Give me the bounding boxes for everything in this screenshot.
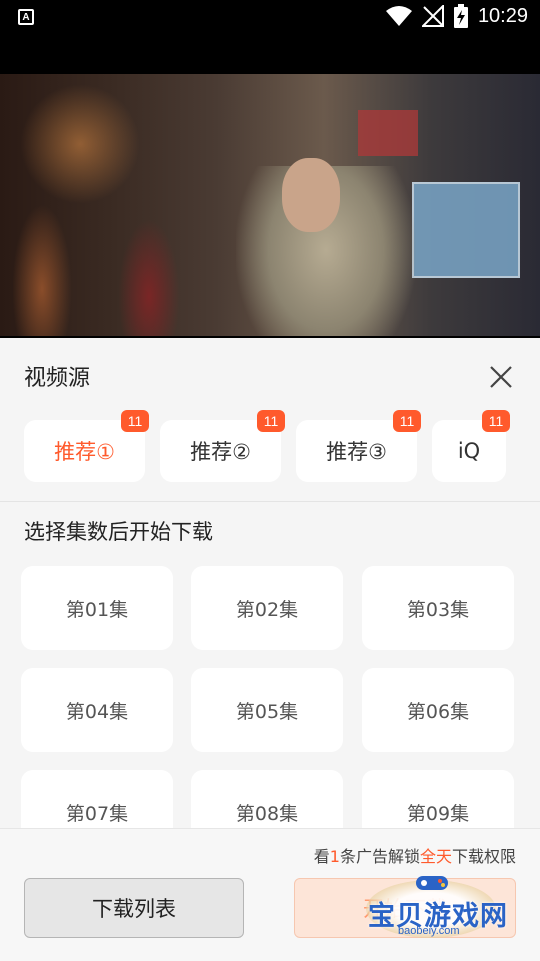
notification-icon: A: [18, 9, 34, 25]
video-player[interactable]: [0, 36, 540, 338]
count-badge: 11: [121, 410, 149, 432]
close-icon: [490, 366, 512, 388]
start-download-button[interactable]: 开始下载: [294, 878, 516, 938]
promo-highlight: 全天: [419, 847, 452, 866]
source-tab-label: iQ: [457, 439, 481, 463]
promo-suffix: 下载权限: [451, 847, 516, 866]
episode-button[interactable]: 第09集: [362, 770, 514, 828]
episode-button[interactable]: 第02集: [191, 566, 343, 650]
source-tab-3[interactable]: 推荐③ 11: [296, 410, 421, 482]
section-title: 选择集数后开始下载: [24, 520, 213, 544]
episode-button[interactable]: 第03集: [362, 566, 514, 650]
episode-button[interactable]: 第04集: [21, 668, 173, 752]
no-signal-icon: [421, 5, 444, 27]
source-tab-label: 推荐③: [326, 440, 387, 464]
episode-button[interactable]: 第08集: [191, 770, 343, 828]
source-tab-2[interactable]: 推荐② 11: [160, 410, 285, 482]
sheet-title: 视频源: [24, 366, 91, 391]
promo-mid: 条广告解锁: [339, 847, 420, 866]
source-tab-iq[interactable]: iQ 11: [432, 410, 510, 482]
clock: 10:29: [477, 4, 528, 27]
count-badge: 11: [257, 410, 285, 432]
close-button[interactable]: [486, 362, 516, 392]
notification-glyph: A: [22, 11, 30, 23]
promo-count: 1: [329, 847, 340, 866]
episode-grid: 第01集 第02集 第03集 第04集 第05集 第06集 第07集 第08集 …: [0, 566, 540, 828]
status-icons: 10:29: [385, 4, 528, 28]
episode-button[interactable]: 第06集: [362, 668, 514, 752]
count-badge: 11: [482, 410, 510, 432]
status-bar: A 10:29: [0, 0, 540, 36]
download-list-button[interactable]: 下载列表: [24, 878, 244, 938]
source-tab-1[interactable]: 推荐① 11: [24, 410, 149, 482]
divider: [0, 501, 540, 502]
download-footer: 看1条广告解锁全天下载权限 下载列表 开始下载: [0, 828, 540, 961]
source-tab-label: 推荐②: [190, 440, 251, 464]
ad-unlock-promo[interactable]: 看1条广告解锁全天下载权限: [314, 843, 516, 867]
count-badge: 11: [393, 410, 421, 432]
wifi-icon: [385, 6, 412, 26]
episode-button[interactable]: 第01集: [21, 566, 173, 650]
video-frame: [0, 74, 540, 336]
episode-button[interactable]: 第05集: [191, 668, 343, 752]
source-tab-label: 推荐①: [54, 440, 115, 464]
episode-button[interactable]: 第07集: [21, 770, 173, 828]
battery-charging-icon: [453, 4, 468, 28]
promo-prefix: 看: [313, 847, 330, 866]
